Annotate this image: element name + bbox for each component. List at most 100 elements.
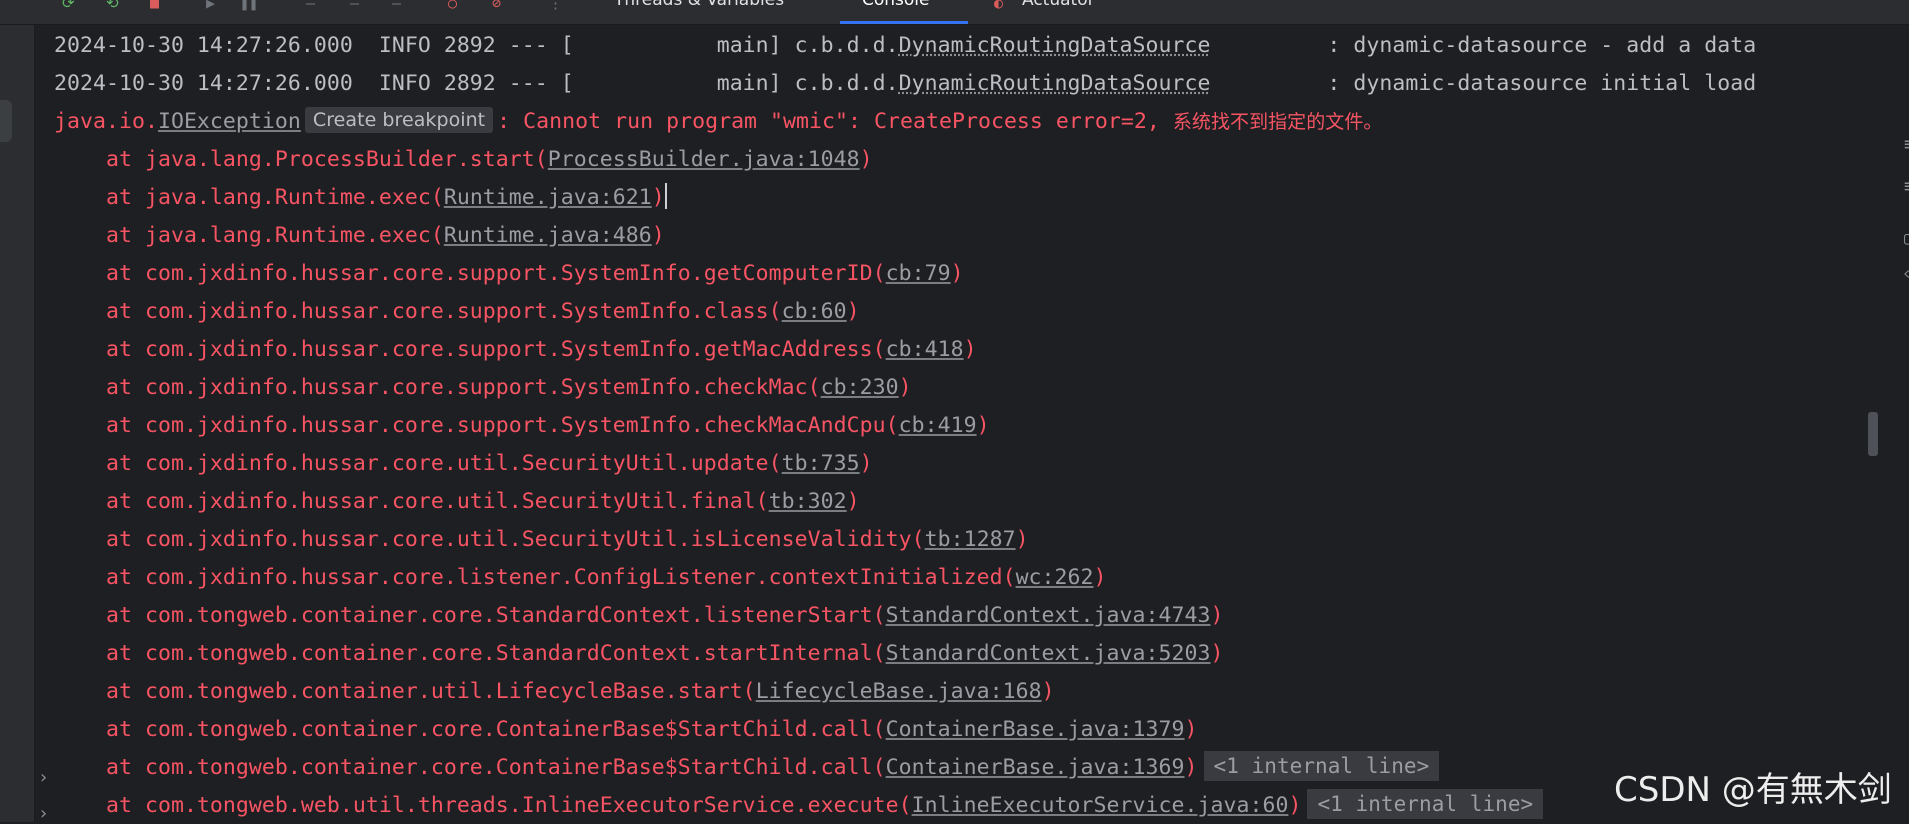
frame-suffix: ): [846, 489, 860, 514]
frame-source-link[interactable]: ProcessBuilder.java:1048: [548, 147, 860, 172]
log-prefix: 2024-10-30 14:27:26.000 INFO 2892 --- [ …: [54, 71, 899, 96]
mute-breakpoints-icon[interactable]: ⊘: [492, 0, 501, 12]
frame-source-link[interactable]: cb:419: [899, 413, 977, 438]
frame-method: at com.tongweb.container.core.ContainerB…: [54, 755, 886, 780]
frame-suffix: ): [1210, 603, 1224, 628]
debug-toolbar: ⟳ ⟲ ■ ▶ ❚❚ — — — ○ ⊘ ⋮ Threads & Variabl…: [0, 0, 1909, 25]
frame-method: at com.tongweb.web.util.threads.InlineEx…: [54, 793, 912, 818]
frame-suffix: ): [1288, 793, 1302, 818]
log-message: : dynamic-datasource - add a data: [1210, 33, 1757, 58]
frame-method: at com.tongweb.container.core.ContainerB…: [54, 717, 886, 742]
frame-source-link[interactable]: ContainerBase.java:1369: [886, 755, 1185, 780]
stack-frame: at com.jxdinfo.hussar.core.util.Security…: [54, 445, 873, 483]
csdn-watermark: CSDN @有無木剑: [1614, 770, 1892, 810]
clear-icon[interactable]: ⌫: [1904, 264, 1909, 285]
frame-suffix: ): [950, 261, 964, 286]
vertical-scrollbar-thumb[interactable]: [1868, 412, 1878, 456]
frame-method: at com.jxdinfo.hussar.core.util.Security…: [54, 451, 782, 476]
stack-frame: at com.tongweb.container.core.ContainerB…: [54, 749, 1440, 787]
stack-frame: at com.jxdinfo.hussar.core.support.Syste…: [54, 331, 977, 369]
stack-frame: at com.jxdinfo.hussar.core.util.Security…: [54, 521, 1029, 559]
gutter-selection-marker: [0, 100, 12, 142]
more-options-icon[interactable]: ⋮: [548, 0, 563, 12]
print-icon[interactable]: ▢: [1904, 228, 1909, 249]
internal-lines-fold[interactable]: <1 internal line>: [1203, 751, 1440, 781]
stack-frame: at com.tongweb.container.core.ContainerB…: [54, 711, 1198, 749]
log-line-info: 2024-10-30 14:27:26.000 INFO 2892 --- [ …: [54, 27, 1756, 65]
text-cursor: [664, 183, 667, 209]
frame-source-link[interactable]: LifecycleBase.java:168: [756, 679, 1042, 704]
frame-method: at com.jxdinfo.hussar.core.support.Syste…: [54, 261, 886, 286]
frame-source-link[interactable]: StandardContext.java:5203: [886, 641, 1211, 666]
step-over-icon[interactable]: —: [306, 0, 315, 12]
frame-suffix: ): [963, 337, 977, 362]
frame-source-link[interactable]: Runtime.java:486: [444, 223, 652, 248]
stack-frame: at com.jxdinfo.hussar.core.support.Syste…: [54, 369, 912, 407]
frame-suffix: ): [1184, 755, 1198, 780]
frame-method: at com.jxdinfo.hussar.core.support.Syste…: [54, 413, 899, 438]
log-prefix: 2024-10-30 14:27:26.000 INFO 2892 --- [ …: [54, 33, 899, 58]
stack-frame: at com.jxdinfo.hussar.core.support.Syste…: [54, 407, 990, 445]
log-message: : dynamic-datasource initial load: [1210, 71, 1757, 96]
soft-wrap-icon[interactable]: ≡: [1904, 134, 1909, 155]
step-out-icon[interactable]: —: [392, 0, 401, 12]
frame-method: at com.tongweb.container.util.LifecycleB…: [54, 679, 756, 704]
console-output[interactable]: 2024-10-30 14:27:26.000 INFO 2892 --- [ …: [40, 25, 1880, 822]
stack-frame: at java.lang.Runtime.exec(Runtime.java:4…: [54, 217, 665, 255]
create-breakpoint-button[interactable]: Create breakpoint: [304, 107, 494, 133]
stack-frame: at com.jxdinfo.hussar.core.util.Security…: [54, 483, 860, 521]
tab-actuator[interactable]: Actuator: [1022, 0, 1095, 10]
pause-icon[interactable]: ❚❚: [240, 0, 258, 12]
frame-method: at com.jxdinfo.hussar.core.util.Security…: [54, 489, 769, 514]
logger-link[interactable]: DynamicRoutingDataSource: [899, 33, 1211, 58]
left-tool-gutter: [0, 25, 35, 822]
frame-source-link[interactable]: tb:1287: [925, 527, 1016, 552]
scroll-to-end-icon[interactable]: ≡: [1904, 176, 1909, 197]
stack-frame: at com.tongweb.container.core.StandardCo…: [54, 635, 1223, 673]
frame-suffix: ): [1184, 717, 1198, 742]
frame-source-link[interactable]: wc:262: [1016, 565, 1094, 590]
frame-source-link[interactable]: cb:79: [886, 261, 951, 286]
resume-icon[interactable]: ▶: [206, 0, 215, 12]
active-tab-indicator: [840, 21, 968, 24]
stack-frame: at com.tongweb.web.util.threads.InlineEx…: [54, 787, 1544, 822]
frame-source-link[interactable]: Runtime.java:621: [444, 185, 652, 210]
logger-link[interactable]: DynamicRoutingDataSource: [899, 71, 1211, 96]
frame-suffix: ): [859, 147, 873, 172]
stack-frame: at com.tongweb.container.util.LifecycleB…: [54, 673, 1055, 711]
frame-source-link[interactable]: StandardContext.java:4743: [886, 603, 1211, 628]
frame-source-link[interactable]: InlineExecutorService.java:60: [912, 793, 1289, 818]
stack-frame: at com.tongweb.container.core.StandardCo…: [54, 597, 1223, 635]
stop-icon[interactable]: ■: [150, 0, 159, 12]
tab-console[interactable]: Console: [862, 0, 930, 10]
actuator-icon: ◐: [994, 0, 1004, 12]
frame-source-link[interactable]: tb:302: [769, 489, 847, 514]
frame-method: at java.lang.Runtime.exec(: [54, 185, 444, 210]
frame-source-link[interactable]: ContainerBase.java:1379: [886, 717, 1185, 742]
internal-lines-fold[interactable]: <1 internal line>: [1307, 789, 1544, 819]
rerun-icon[interactable]: ⟳: [62, 0, 75, 12]
frame-source-link[interactable]: tb:735: [782, 451, 860, 476]
frame-source-link[interactable]: cb:418: [886, 337, 964, 362]
exception-package: java.io.: [54, 109, 158, 134]
frame-suffix: ): [898, 375, 912, 400]
frame-source-link[interactable]: cb:230: [821, 375, 899, 400]
exception-message: : Cannot run program "wmic": CreateProce…: [497, 109, 1173, 134]
step-into-icon[interactable]: —: [350, 0, 359, 12]
frame-source-link[interactable]: cb:60: [782, 299, 847, 324]
frame-suffix: ): [976, 413, 990, 438]
exception-class-link[interactable]: IOException: [158, 109, 301, 134]
frame-method: at com.jxdinfo.hussar.core.support.Syste…: [54, 299, 782, 324]
stack-frame: at java.lang.ProcessBuilder.start(Proces…: [54, 141, 873, 179]
view-breakpoints-icon[interactable]: ○: [448, 0, 457, 12]
stack-frame: at com.jxdinfo.hussar.core.listener.Conf…: [54, 559, 1107, 597]
frame-suffix: ): [846, 299, 860, 324]
log-line-info: 2024-10-30 14:27:26.000 INFO 2892 --- [ …: [54, 65, 1756, 103]
frame-suffix: ): [1093, 565, 1107, 590]
frame-suffix: ): [1041, 679, 1055, 704]
frame-suffix: ): [651, 223, 665, 248]
frame-method: at java.lang.ProcessBuilder.start(: [54, 147, 548, 172]
frame-method: at com.tongweb.container.core.StandardCo…: [54, 641, 886, 666]
tab-threads-variables[interactable]: Threads & Variables: [614, 0, 784, 10]
rerun-debug-icon[interactable]: ⟲: [106, 0, 119, 12]
